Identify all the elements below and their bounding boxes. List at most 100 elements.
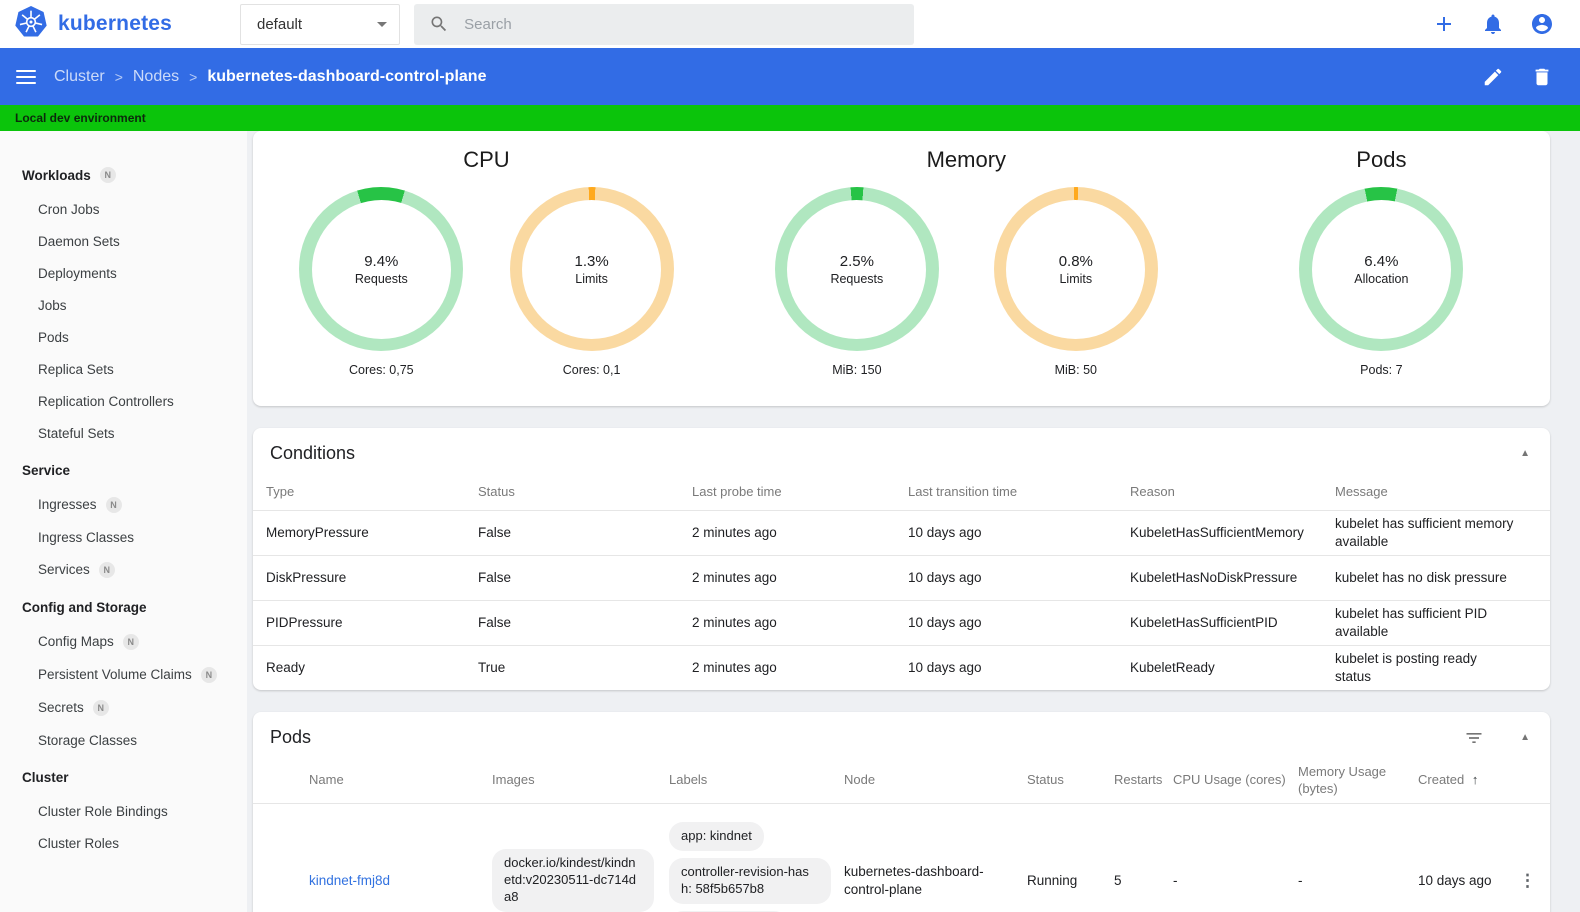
sidebar-item-label: Cluster Role Bindings [38,803,168,819]
sidebar-item-label: Stateful Sets [38,425,115,441]
notifications-bell-icon[interactable] [1481,12,1505,36]
breadcrumb-bar: Cluster > Nodes > kubernetes-dashboard-contr… [0,48,1580,105]
search-input[interactable] [464,15,900,33]
filter-icon[interactable] [1464,728,1484,748]
sidebar-item-persistent-volume-claims[interactable]: Persistent Volume Claims N [0,658,247,691]
pods-table-row: kindnet-fmj8d docker.io/kindest/kindnetd:… [253,804,1550,912]
donut-ring: 1.3% Limits [509,187,674,351]
environment-banner: Local dev environment [0,105,1580,131]
sidebar-item-daemon-sets[interactable]: Daemon Sets [0,225,247,257]
sidebar-section-label: Cluster [22,770,69,785]
donut-chart-cpu-limits: 1.3% Limits Cores: 0,1 [509,187,674,377]
sidebar-item-label: Cluster Roles [38,835,120,851]
breadcrumb-current: kubernetes-dashboard-control-plane [207,67,487,85]
sidebar-item-ingresses[interactable]: Ingresses N [0,488,247,521]
pod-label-chip: app: kindnet [669,822,764,851]
pods-col-restarts[interactable]: Restarts [1114,772,1173,788]
conditions-cell-last-transition-time: 10 days ago [908,614,982,630]
conditions-cell-message: kubelet has sufficient PID available [1335,605,1488,639]
pod-created: 10 days ago [1418,873,1492,889]
pods-table-header: Name Images Labels Node Status Restarts CPU Us… [253,758,1550,804]
sidebar-section-service: Service [0,453,247,488]
conditions-table-body: MemoryPressure False 2 minutes ago 10 days … [253,510,1550,690]
sidebar-item-cluster-role-bindings[interactable]: Cluster Role Bindings [0,795,247,827]
conditions-cell-status: False [478,569,512,585]
sidebar-item-deployments[interactable]: Deployments [0,257,247,289]
sidebar-item-cron-jobs[interactable]: Cron Jobs [0,193,247,225]
pods-col-node[interactable]: Node [844,772,1027,788]
namespace-selector[interactable]: default [240,3,400,45]
sidebar-item-label: Daemon Sets [38,233,120,249]
collapse-chevron-icon[interactable]: ▲ [1520,732,1530,743]
pod-name-link[interactable]: kindnet-fmj8d [309,873,390,888]
sidebar-item-label: Services [38,562,90,577]
sidebar-item-pods[interactable]: Pods [0,321,247,353]
conditions-cell-type: MemoryPressure [266,524,369,540]
sidebar-item-label: Deployments [38,265,117,281]
donut-label: Allocation [1354,271,1409,286]
conditions-col-status: Status [478,484,515,500]
sidebar-item-ingress-classes[interactable]: Ingress Classes [0,521,247,553]
donut-chart-cpu-requests: 9.4% Requests Cores: 0,75 [299,187,464,377]
chevron-right-icon: > [114,68,123,85]
pods-col-created[interactable]: Created ↑ [1418,772,1513,788]
sidebar-item-label: Ingress Classes [38,529,135,545]
pod-memory-usage: - [1298,873,1303,889]
pods-col-images[interactable]: Images [492,772,669,788]
pods-col-labels[interactable]: Labels [669,772,844,788]
pod-restarts: 5 [1114,873,1122,889]
donut-chart-memory-limits: 0.8% Limits MiB: 50 [993,187,1158,377]
sidebar-item-jobs[interactable]: Jobs [0,289,247,321]
pod-cpu-usage: - [1173,873,1178,889]
sidebar-item-services[interactable]: Services N [0,553,247,586]
donut-caption: Cores: 0,75 [348,363,414,377]
sidebar-item-label: Pods [38,329,69,345]
pods-col-name[interactable]: Name [309,772,492,788]
donut-percent-value: 2.5% [839,252,874,270]
edit-pencil-icon[interactable] [1481,65,1505,89]
menu-hamburger-icon[interactable] [16,69,36,84]
sidebar-item-replication-controllers[interactable]: Replication Controllers [0,385,247,417]
donut-chart-pods-allocation: 6.4% Allocation Pods: 7 [1299,187,1464,377]
breadcrumb-item-nodes[interactable]: Nodes [133,68,179,86]
delete-trash-icon[interactable] [1530,65,1554,89]
chevron-right-icon: > [189,68,198,85]
allocation-group-title: Pods [1356,147,1407,172]
breadcrumb-item-cluster[interactable]: Cluster [54,68,105,86]
conditions-cell-last-probe-time: 2 minutes ago [692,524,777,540]
sidebar-section-label: Service [22,463,71,478]
conditions-cell-status: True [478,659,506,675]
app-logo[interactable]: kubernetes [0,5,240,44]
sidebar-item-cluster-roles[interactable]: Cluster Roles [0,827,247,859]
donut-ring: 0.8% Limits [993,187,1158,351]
sidebar-section-workloads: Workloads N [0,157,247,193]
sidebar-item-replica-sets[interactable]: Replica Sets [0,353,247,385]
sidebar-section-label: Config and Storage [22,600,147,615]
pod-status: Running [1027,873,1078,889]
add-resource-button[interactable] [1432,12,1456,36]
search-bar[interactable] [414,3,914,45]
sidebar-section-cluster: Cluster [0,760,247,795]
sidebar-item-storage-classes[interactable]: Storage Classes [0,724,247,756]
pods-col-memory-usage-bytes[interactable]: Memory Usage (bytes) [1298,764,1418,797]
sidebar-item-secrets[interactable]: Secrets N [0,691,247,724]
collapse-chevron-icon[interactable]: ▲ [1520,448,1530,459]
donut-label: Requests [354,271,408,286]
pods-col-status[interactable]: Status [1027,772,1114,788]
allocation-group-memory: Memory 2.5% Requests MiB: 150 0.8% Limits MiB:… [720,137,1213,406]
pods-col-label: Restarts [1114,772,1163,788]
donut-label: Limits [1059,271,1093,286]
sidebar-item-config-maps[interactable]: Config Maps N [0,625,247,658]
pods-col-cpu-usage-cores[interactable]: CPU Usage (cores) [1173,772,1298,788]
sidebar-item-stateful-sets[interactable]: Stateful Sets [0,417,247,449]
new-badge: N [200,666,217,683]
sidebar-section-label: Workloads [22,167,91,183]
sidebar-nav: Workloads N Cron Jobs Daemon Sets Deployment… [0,131,247,912]
conditions-card: Conditions ▲ Type Status Last probe time La… [253,428,1550,690]
row-kebab-menu-icon[interactable]: ⋮ [1513,872,1542,889]
new-badge: N [92,699,109,716]
donut-percent-value: 0.8% [1058,252,1093,270]
pods-col-label: Node [844,772,876,788]
user-account-icon[interactable] [1530,12,1554,36]
donut-percent-value: 9.4% [364,252,399,270]
